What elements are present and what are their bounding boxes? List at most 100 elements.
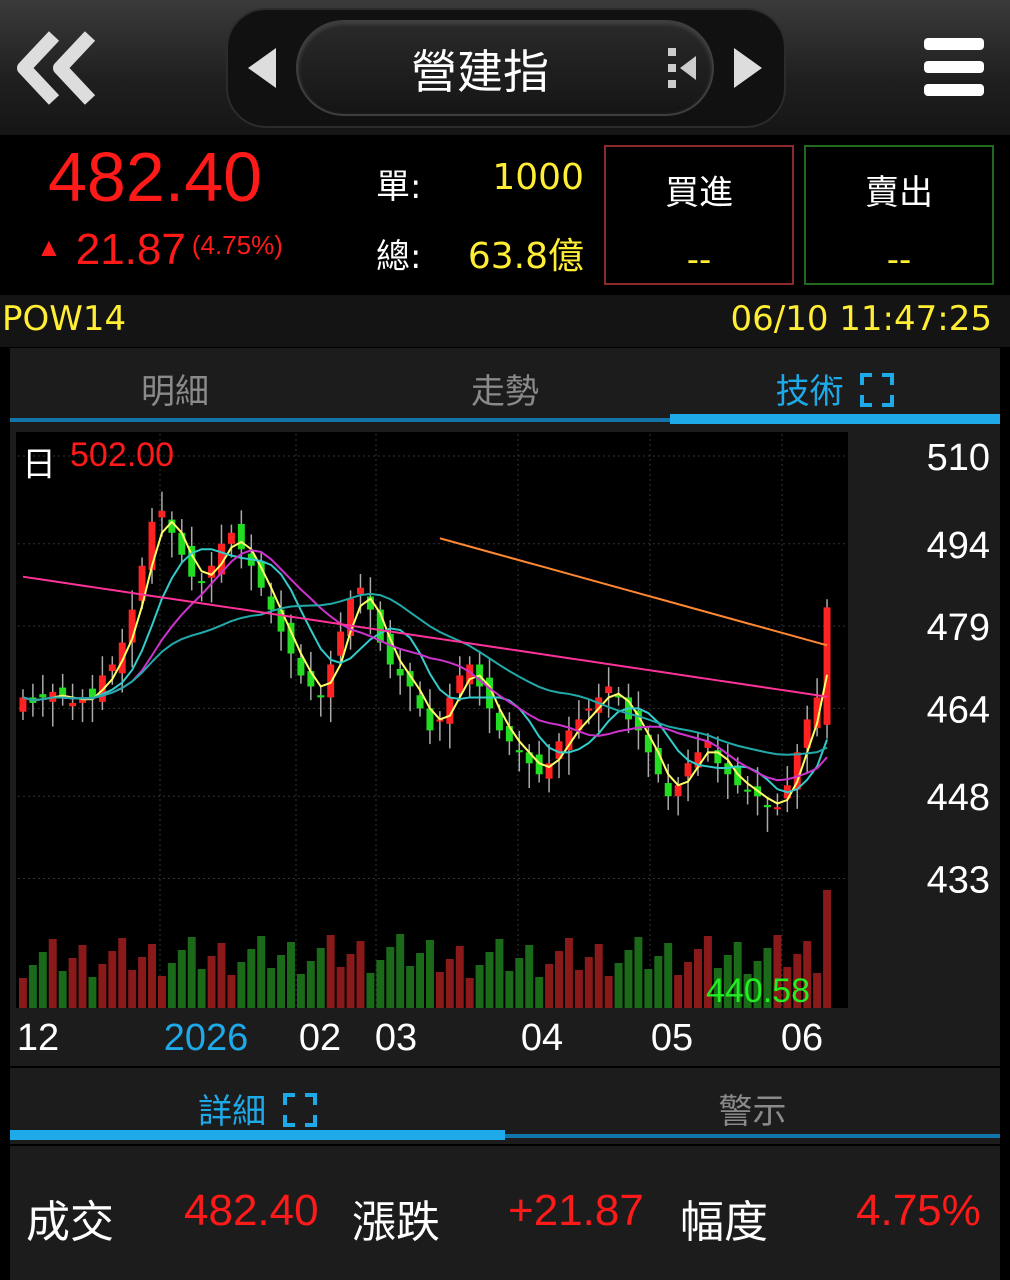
stock-code: POW14 [2,299,127,339]
volume-bar [525,945,534,1008]
volume-bar [416,953,425,1008]
detail-panel: 成交 482.40 漲跌 +21.87 幅度 4.75% [10,1146,1000,1280]
x-tick-label: 05 [651,1017,693,1059]
candlestick-chart[interactable]: 510 494 479 464 448 433 12 2026 02 03 04 05 06 日 50… [10,426,1000,1066]
volume-bar [326,935,335,1008]
candle [515,750,523,753]
volume-bar [396,934,405,1008]
volume-bar [545,964,554,1008]
y-tick-label: 510 [927,437,990,479]
info-bar: POW14 06/10 11:47:25 [0,295,1010,347]
volume-bar [227,975,236,1008]
period-label: 日 [22,445,56,485]
volume-bar [88,977,97,1008]
buy-button[interactable]: 買進 -- [604,145,794,285]
candle [69,702,77,707]
volume-bar [535,977,544,1008]
volume-bar [157,976,166,1008]
volume-bar [574,970,583,1008]
volume-bar [138,957,147,1008]
volume-bar [644,969,653,1008]
y-tick-label: 494 [927,525,990,567]
switch-icon[interactable] [666,46,700,94]
volume-bar [386,947,395,1008]
volume-bar [217,943,226,1008]
volume-bar [406,966,415,1008]
candle [495,712,503,731]
tab-details[interactable]: 詳細 [10,1084,505,1133]
volume-bar [515,958,524,1008]
candle [396,668,404,676]
x-tick-label: 04 [521,1017,563,1059]
unit-label: 單: [376,167,422,207]
candle [357,587,364,595]
y-tick-label: 479 [927,607,990,649]
sell-button[interactable]: 賣出 -- [804,145,994,285]
volume-bar [28,965,37,1008]
volume-bar [455,946,464,1008]
volume-bar [108,951,117,1008]
volume-bar [465,978,474,1008]
trade-label: 成交 [26,1197,114,1248]
unit-value: 1000 [492,157,584,198]
volume-bar [654,956,663,1008]
volume-bar [505,971,514,1008]
volume-bar [445,959,454,1008]
tab-technical[interactable]: 技術 [670,364,1000,413]
volume-bar [674,975,683,1008]
volume-bar [694,949,702,1008]
candle [267,596,275,610]
volume-bar [813,973,822,1008]
candle [744,789,752,792]
volume-bar [177,950,186,1008]
volume-bar [485,952,494,1008]
candle [337,631,345,656]
candle [764,805,771,808]
x-tick-label: 2026 [164,1017,249,1059]
candle [39,694,47,698]
volume-bar [425,940,434,1008]
volume-bar [584,957,593,1008]
volume-bar [68,958,77,1008]
volume-bar [634,937,643,1008]
tab-detail[interactable]: 明細 [10,364,340,413]
volume-bar [187,937,196,1008]
next-stock-icon[interactable] [732,46,764,94]
volume-bar [148,944,156,1008]
candle [684,763,692,777]
volume-bar [684,962,693,1008]
menu-icon[interactable] [924,38,984,100]
total-value: 63.8億 [467,236,584,277]
volume-bar [98,964,107,1008]
x-tick-label: 06 [781,1017,823,1059]
prev-stock-icon[interactable] [246,46,278,94]
candle [674,785,682,797]
candle [585,708,593,711]
change-label: 漲跌 [352,1197,440,1248]
volume-bar [614,963,623,1008]
price-change: ▲ 21.87 (4.75%) [36,225,283,274]
page-title: 營建指 [411,45,549,99]
detail-tabs: 詳細 警示 [10,1068,1000,1144]
tab-trend[interactable]: 走勢 [340,364,670,413]
technical-chart[interactable]: 510 494 479 464 448 433 12 2026 02 03 04 05 06 日 50… [10,426,1000,1066]
volume-bar [594,944,603,1008]
volume-bar [287,942,295,1008]
volume-bar [48,939,57,1008]
top-bar: 營建指 [0,0,1010,135]
volume-bar [336,967,345,1008]
volume-bar [316,948,325,1008]
range-value: 4.75% [856,1186,981,1235]
x-tick-label: 03 [375,1017,417,1059]
volume-bar [564,938,573,1008]
volume-bar [78,945,87,1008]
volume-bar [296,974,305,1008]
range-label: 幅度 [680,1197,768,1248]
y-tick-label: 433 [927,860,990,902]
volume-bar [197,969,206,1008]
tab-alerts[interactable]: 警示 [505,1084,1000,1133]
back-icon[interactable] [12,28,102,108]
candle [664,783,672,797]
candle [416,695,424,709]
expand-icon [860,373,895,407]
